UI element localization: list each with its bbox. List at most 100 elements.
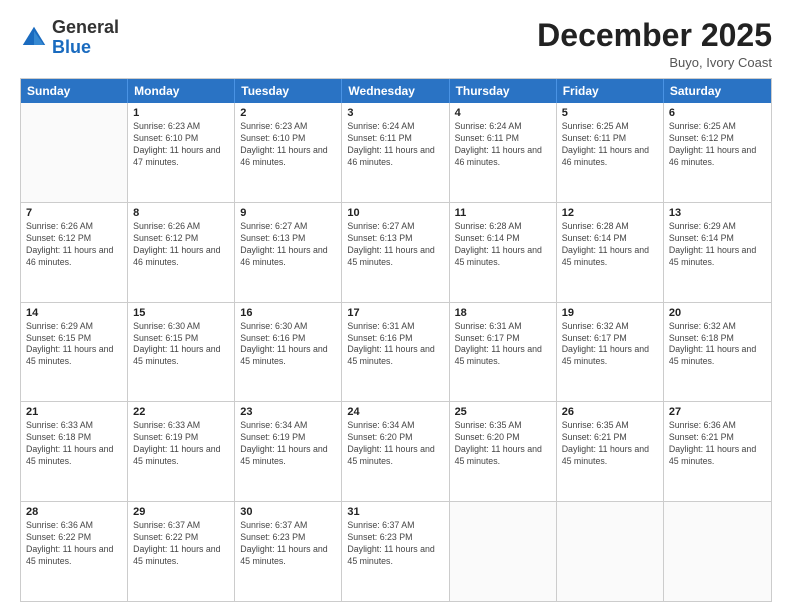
calendar-cell: 8 Sunrise: 6:26 AM Sunset: 6:12 PM Daylig… xyxy=(128,203,235,302)
day-number: 28 xyxy=(26,506,122,518)
day-number: 30 xyxy=(240,506,336,518)
calendar-cell: 13Sunrise: 6:29 AM Sunset: 6:14 PM Dayli… xyxy=(664,203,771,302)
day-info: Sunrise: 6:32 AM Sunset: 6:17 PM Dayligh… xyxy=(562,321,658,369)
day-info: Sunrise: 6:34 AM Sunset: 6:20 PM Dayligh… xyxy=(347,420,443,468)
calendar-cell: 15Sunrise: 6:30 AM Sunset: 6:15 PM Dayli… xyxy=(128,303,235,402)
header: General Blue December 2025 Buyo, Ivory C… xyxy=(20,18,772,70)
calendar-cell xyxy=(557,502,664,601)
calendar-body: 1Sunrise: 6:23 AM Sunset: 6:10 PM Daylig… xyxy=(21,103,771,601)
day-number: 23 xyxy=(240,406,336,418)
weekday-header: Sunday xyxy=(21,79,128,103)
day-info: Sunrise: 6:34 AM Sunset: 6:19 PM Dayligh… xyxy=(240,420,336,468)
day-number: 6 xyxy=(669,107,766,119)
calendar-cell: 21 Sunrise: 6:33 AM Sunset: 6:18 PM Dayli… xyxy=(21,402,128,501)
day-info: Sunrise: 6:36 AM Sunset: 6:21 PM Dayligh… xyxy=(669,420,766,468)
day-number: 14 xyxy=(26,307,122,319)
day-number: 9 xyxy=(240,207,336,219)
calendar-cell: 16 Sunrise: 6:30 AM Sunset: 6:16 PM Dayli… xyxy=(235,303,342,402)
day-info: Sunrise: 6:35 AM Sunset: 6:20 PM Dayligh… xyxy=(455,420,551,468)
calendar-cell: 29 Sunrise: 6:37 AM Sunset: 6:22 PM Dayli… xyxy=(128,502,235,601)
day-info: Sunrise: 6:28 AM Sunset: 6:14 PM Dayligh… xyxy=(562,221,658,269)
day-number: 10 xyxy=(347,207,443,219)
page: General Blue December 2025 Buyo, Ivory C… xyxy=(0,0,792,612)
calendar-cell: 23 Sunrise: 6:34 AM Sunset: 6:19 PM Dayli… xyxy=(235,402,342,501)
day-number: 21 xyxy=(26,406,122,418)
calendar-cell: 9 Sunrise: 6:27 AM Sunset: 6:13 PM Daylig… xyxy=(235,203,342,302)
calendar-cell: 6 Sunrise: 6:25 AM Sunset: 6:12 PM Daylig… xyxy=(664,103,771,202)
calendar-cell: 30 Sunrise: 6:37 AM Sunset: 6:23 PM Dayli… xyxy=(235,502,342,601)
day-info: Sunrise: 6:30 AM Sunset: 6:16 PM Dayligh… xyxy=(240,321,336,369)
logo-icon xyxy=(20,24,48,52)
day-number: 16 xyxy=(240,307,336,319)
day-number: 20 xyxy=(669,307,766,319)
logo-general: General xyxy=(52,17,119,37)
day-number: 18 xyxy=(455,307,551,319)
day-info: Sunrise: 6:25 AM Sunset: 6:11 PM Dayligh… xyxy=(562,121,658,169)
day-info: Sunrise: 6:29 AM Sunset: 6:15 PM Dayligh… xyxy=(26,321,122,369)
calendar-cell: 28 Sunrise: 6:36 AM Sunset: 6:22 PM Dayli… xyxy=(21,502,128,601)
calendar-week-row: 14 Sunrise: 6:29 AM Sunset: 6:15 PM Dayli… xyxy=(21,303,771,403)
calendar-cell: 19 Sunrise: 6:32 AM Sunset: 6:17 PM Dayli… xyxy=(557,303,664,402)
day-number: 11 xyxy=(455,207,551,219)
calendar-cell: 31Sunrise: 6:37 AM Sunset: 6:23 PM Dayli… xyxy=(342,502,449,601)
day-number: 17 xyxy=(347,307,443,319)
location: Buyo, Ivory Coast xyxy=(537,55,772,70)
calendar-cell: 25Sunrise: 6:35 AM Sunset: 6:20 PM Dayli… xyxy=(450,402,557,501)
month-year: December 2025 xyxy=(537,18,772,53)
calendar-cell: 7 Sunrise: 6:26 AM Sunset: 6:12 PM Daylig… xyxy=(21,203,128,302)
calendar-cell: 27 Sunrise: 6:36 AM Sunset: 6:21 PM Dayli… xyxy=(664,402,771,501)
day-info: Sunrise: 6:26 AM Sunset: 6:12 PM Dayligh… xyxy=(133,221,229,269)
day-number: 26 xyxy=(562,406,658,418)
weekday-header: Wednesday xyxy=(342,79,449,103)
calendar-cell: 18 Sunrise: 6:31 AM Sunset: 6:17 PM Dayli… xyxy=(450,303,557,402)
day-info: Sunrise: 6:35 AM Sunset: 6:21 PM Dayligh… xyxy=(562,420,658,468)
day-number: 24 xyxy=(347,406,443,418)
calendar-cell: 17 Sunrise: 6:31 AM Sunset: 6:16 PM Dayli… xyxy=(342,303,449,402)
calendar-week-row: 21 Sunrise: 6:33 AM Sunset: 6:18 PM Dayli… xyxy=(21,402,771,502)
calendar-cell xyxy=(664,502,771,601)
day-number: 13 xyxy=(669,207,766,219)
day-info: Sunrise: 6:31 AM Sunset: 6:17 PM Dayligh… xyxy=(455,321,551,369)
calendar-cell: 22Sunrise: 6:33 AM Sunset: 6:19 PM Dayli… xyxy=(128,402,235,501)
day-info: Sunrise: 6:37 AM Sunset: 6:23 PM Dayligh… xyxy=(240,520,336,568)
day-info: Sunrise: 6:37 AM Sunset: 6:22 PM Dayligh… xyxy=(133,520,229,568)
calendar-cell: 11 Sunrise: 6:28 AM Sunset: 6:14 PM Dayli… xyxy=(450,203,557,302)
day-info: Sunrise: 6:27 AM Sunset: 6:13 PM Dayligh… xyxy=(240,221,336,269)
calendar-cell xyxy=(450,502,557,601)
day-info: Sunrise: 6:36 AM Sunset: 6:22 PM Dayligh… xyxy=(26,520,122,568)
day-number: 3 xyxy=(347,107,443,119)
logo: General Blue xyxy=(20,18,119,58)
day-info: Sunrise: 6:28 AM Sunset: 6:14 PM Dayligh… xyxy=(455,221,551,269)
day-number: 19 xyxy=(562,307,658,319)
day-number: 7 xyxy=(26,207,122,219)
day-info: Sunrise: 6:26 AM Sunset: 6:12 PM Dayligh… xyxy=(26,221,122,269)
day-info: Sunrise: 6:24 AM Sunset: 6:11 PM Dayligh… xyxy=(347,121,443,169)
day-info: Sunrise: 6:23 AM Sunset: 6:10 PM Dayligh… xyxy=(240,121,336,169)
day-info: Sunrise: 6:37 AM Sunset: 6:23 PM Dayligh… xyxy=(347,520,443,568)
day-number: 4 xyxy=(455,107,551,119)
day-number: 8 xyxy=(133,207,229,219)
day-info: Sunrise: 6:25 AM Sunset: 6:12 PM Dayligh… xyxy=(669,121,766,169)
calendar: SundayMondayTuesdayWednesdayThursdayFrid… xyxy=(20,78,772,602)
calendar-cell xyxy=(21,103,128,202)
calendar-cell: 5Sunrise: 6:25 AM Sunset: 6:11 PM Daylig… xyxy=(557,103,664,202)
weekday-header: Monday xyxy=(128,79,235,103)
day-number: 29 xyxy=(133,506,229,518)
day-info: Sunrise: 6:24 AM Sunset: 6:11 PM Dayligh… xyxy=(455,121,551,169)
weekday-header: Tuesday xyxy=(235,79,342,103)
calendar-cell: 10 Sunrise: 6:27 AM Sunset: 6:13 PM Dayli… xyxy=(342,203,449,302)
calendar-cell: 4 Sunrise: 6:24 AM Sunset: 6:11 PM Daylig… xyxy=(450,103,557,202)
day-info: Sunrise: 6:32 AM Sunset: 6:18 PM Dayligh… xyxy=(669,321,766,369)
calendar-cell: 24 Sunrise: 6:34 AM Sunset: 6:20 PM Dayli… xyxy=(342,402,449,501)
calendar-cell: 1Sunrise: 6:23 AM Sunset: 6:10 PM Daylig… xyxy=(128,103,235,202)
day-number: 22 xyxy=(133,406,229,418)
calendar-week-row: 28 Sunrise: 6:36 AM Sunset: 6:22 PM Dayli… xyxy=(21,502,771,601)
weekday-header: Friday xyxy=(557,79,664,103)
day-info: Sunrise: 6:31 AM Sunset: 6:16 PM Dayligh… xyxy=(347,321,443,369)
weekday-header: Saturday xyxy=(664,79,771,103)
day-number: 27 xyxy=(669,406,766,418)
day-info: Sunrise: 6:27 AM Sunset: 6:13 PM Dayligh… xyxy=(347,221,443,269)
calendar-cell: 12Sunrise: 6:28 AM Sunset: 6:14 PM Dayli… xyxy=(557,203,664,302)
day-info: Sunrise: 6:33 AM Sunset: 6:18 PM Dayligh… xyxy=(26,420,122,468)
calendar-header: SundayMondayTuesdayWednesdayThursdayFrid… xyxy=(21,79,771,103)
